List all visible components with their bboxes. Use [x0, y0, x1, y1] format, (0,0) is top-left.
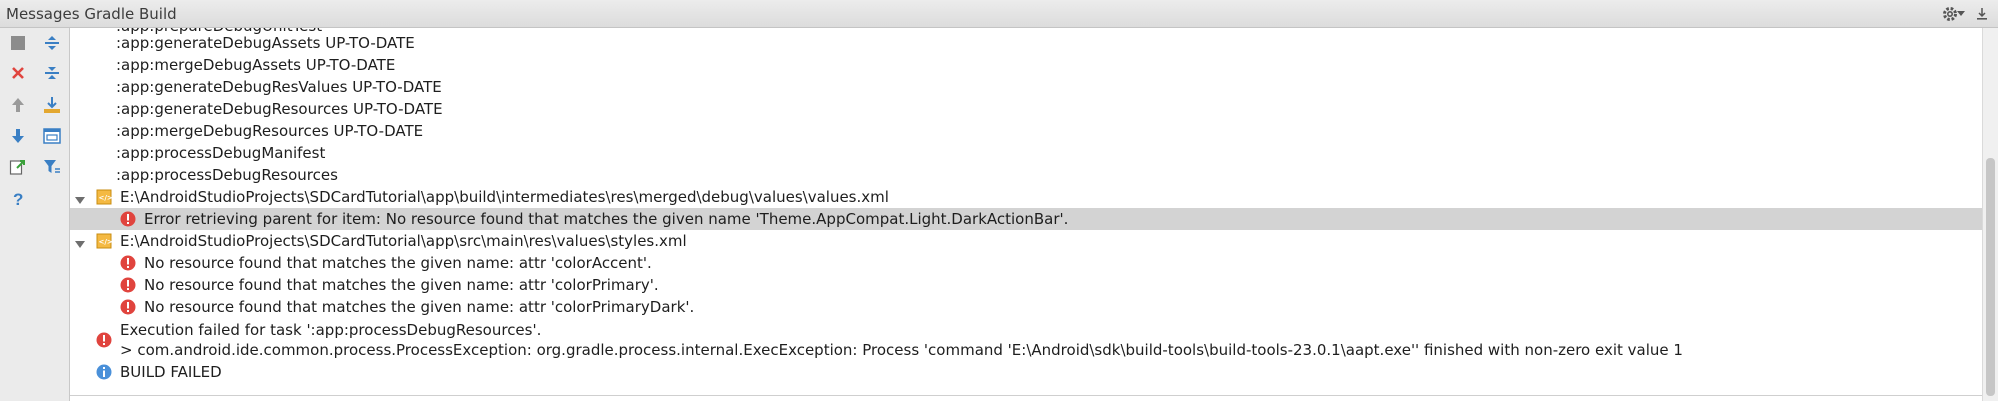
- export-icon[interactable]: [7, 156, 29, 178]
- file-node-values-xml[interactable]: </> E:\AndroidStudioProjects\SDCardTutor…: [70, 186, 1982, 208]
- xml-file-icon: </>: [96, 233, 113, 249]
- expand-triangle-icon[interactable]: [74, 235, 86, 248]
- close-icon[interactable]: [7, 62, 29, 84]
- arrow-down-icon[interactable]: [7, 125, 29, 147]
- error-icon: [120, 255, 136, 271]
- error-icon: [96, 332, 112, 348]
- collapse-all-icon[interactable]: [41, 62, 63, 84]
- help-icon[interactable]: ?: [7, 188, 29, 210]
- error-icon: [120, 277, 136, 293]
- scrollbar-thumb[interactable]: [1986, 158, 1995, 396]
- expand-triangle-icon[interactable]: [74, 191, 86, 204]
- svg-text:</>: </>: [99, 238, 113, 246]
- preview-icon[interactable]: [41, 125, 63, 147]
- download-icon[interactable]: [41, 94, 63, 116]
- error-message-row[interactable]: No resource found that matches the given…: [70, 252, 1982, 274]
- log-line[interactable]: :app:processDebugResources: [70, 164, 1982, 186]
- svg-text:?: ?: [13, 190, 23, 208]
- error-message-row[interactable]: Error retrieving parent for item: No res…: [70, 208, 1982, 230]
- log-line[interactable]: :app:processDebugManifest: [70, 142, 1982, 164]
- expand-all-icon[interactable]: [41, 32, 63, 54]
- minimize-icon[interactable]: [1972, 4, 1992, 24]
- error-message-row[interactable]: No resource found that matches the given…: [70, 296, 1982, 318]
- messages-toolbar: ?: [0, 28, 70, 401]
- stop-icon[interactable]: [7, 32, 29, 54]
- error-icon: [120, 211, 136, 227]
- log-line[interactable]: :app:generateDebugResources UP-TO-DATE: [70, 98, 1982, 120]
- filter-icon[interactable]: [41, 156, 63, 178]
- execution-failed-row[interactable]: Execution failed for task ':app:processD…: [70, 320, 1982, 360]
- svg-text:</>: </>: [99, 194, 113, 202]
- info-icon: [96, 364, 112, 380]
- xml-file-icon: </>: [96, 189, 113, 205]
- error-message-row[interactable]: No resource found that matches the given…: [70, 274, 1982, 296]
- tool-window-titlebar: Messages Gradle Build: [0, 0, 1998, 28]
- build-status-row[interactable]: BUILD FAILED: [70, 361, 1982, 383]
- file-node-styles-xml[interactable]: </> E:\AndroidStudioProjects\SDCardTutor…: [70, 230, 1982, 252]
- exception-text: > com.android.ide.common.process.Process…: [120, 341, 1683, 359]
- execution-failed-text: Execution failed for task ':app:processD…: [120, 321, 542, 339]
- log-line[interactable]: :app:mergeDebugResources UP-TO-DATE: [70, 120, 1982, 142]
- tool-window-title: Messages Gradle Build: [6, 5, 177, 23]
- log-line[interactable]: :app:generateDebugAssets UP-TO-DATE: [70, 32, 1982, 54]
- chevron-down-icon[interactable]: [1956, 4, 1966, 24]
- messages-tree: :app:prepareDebugUnitTest :app:generateD…: [70, 28, 1982, 401]
- bottom-border: [70, 395, 1982, 396]
- error-icon: [120, 299, 136, 315]
- vertical-scrollbar[interactable]: [1982, 28, 1998, 401]
- arrow-up-icon[interactable]: [7, 94, 29, 116]
- log-line[interactable]: :app:mergeDebugAssets UP-TO-DATE: [70, 54, 1982, 76]
- log-line[interactable]: :app:generateDebugResValues UP-TO-DATE: [70, 76, 1982, 98]
